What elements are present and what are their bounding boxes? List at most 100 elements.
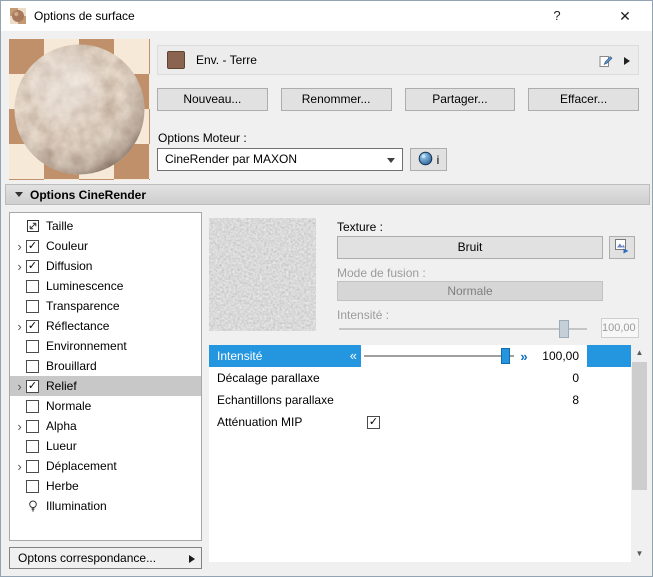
expand-chevron-icon[interactable]: › [13,260,26,273]
expand-chevron-icon[interactable]: › [13,420,26,433]
param-row-intensite[interactable]: Intensité«»100,00 [209,345,631,367]
slider-decrease-icon[interactable]: « [350,345,357,367]
channel-row-alpha[interactable]: ›Alpha [10,416,201,436]
slider-track [364,355,514,357]
channel-row-illumination[interactable]: Illumination [10,496,201,516]
material-popup-arrow-icon[interactable] [624,57,630,65]
engine-dropdown-value: CineRender par MAXON [165,152,297,166]
channel-checkbox[interactable] [26,400,39,413]
texture-picker-button[interactable] [609,236,635,259]
action-buttons: Nouveau... Renommer... Partager... Effac… [157,88,639,111]
channel-checkbox[interactable] [26,300,39,313]
channel-label: Environnement [46,339,127,353]
channel-label: Taille [46,219,73,233]
material-selector[interactable]: Env. - Terre [157,45,639,75]
scrollbar-up-icon[interactable]: ▲ [631,345,648,361]
rename-button[interactable]: Renommer... [281,88,392,111]
channel-label: Luminescence [46,279,123,293]
section-title: Options CineRender [30,188,146,202]
channel-label: Illumination [46,499,107,513]
param-row-tail [587,367,631,389]
slider-handle[interactable] [501,348,510,364]
param-value[interactable]: 0 [531,371,587,385]
expand-chevron-icon[interactable]: › [13,380,26,393]
material-preview [9,39,150,180]
channel-row-taille[interactable]: Taille [10,216,201,236]
channel-label: Réflectance [46,319,109,333]
cinema4d-icon [418,151,433,169]
surface-options-dialog: Options de surface ? ✕ [0,0,653,577]
params-scrollbar[interactable]: ▲ ▼ [631,345,648,562]
param-name: Echantillons parallaxe [209,389,361,411]
material-name: Env. - Terre [196,53,257,67]
scrollbar-thumb[interactable] [632,362,647,490]
param-name: Décalage parallaxe [209,367,361,389]
slider-track [339,328,587,330]
material-edit-icon[interactable] [598,53,614,69]
close-button[interactable]: ✕ [609,1,641,31]
bulb-icon [26,499,40,513]
param-control-area: » [361,345,531,367]
channel-row-brouillard[interactable]: Brouillard [10,356,201,376]
channel-row-transparence[interactable]: Transparence [10,296,201,316]
param-row-decalage-parallaxe[interactable]: Décalage parallaxe 0 [209,367,631,389]
texture-intensity-value: 100,00 [601,318,639,338]
channel-checkbox[interactable] [26,460,39,473]
channel-checkbox[interactable] [26,360,39,373]
channel-checkbox[interactable] [26,420,39,433]
channel-checkbox[interactable] [26,440,39,453]
channel-checkbox[interactable] [26,280,39,293]
channel-row-lueur[interactable]: Lueur [10,436,201,456]
param-value[interactable]: 100,00 [531,349,587,363]
channel-checkbox[interactable] [26,340,39,353]
engine-label: Options Moteur : [158,131,247,145]
slider-increase-icon[interactable]: » [517,349,531,364]
scrollbar-down-icon[interactable]: ▼ [631,546,648,562]
channel-checkbox[interactable]: ✓ [26,260,39,273]
param-control-area [361,389,531,411]
match-popup-arrow-icon [189,555,195,563]
param-name: Atténuation MIP [209,411,361,433]
channel-checkbox[interactable]: ✓ [26,240,39,253]
channel-label: Normale [46,399,91,413]
channel-label: Brouillard [46,359,97,373]
channel-row-relief[interactable]: ›✓Relief [10,376,201,396]
erase-button[interactable]: Effacer... [528,88,639,111]
param-row-attenuation-mip[interactable]: Atténuation MIP ✓ [209,411,631,433]
window-icon [10,8,26,24]
expand-chevron-icon[interactable]: › [13,320,26,333]
cinerender-info-button[interactable]: i [410,148,447,171]
channel-row-herbe[interactable]: Herbe [10,476,201,496]
param-control-area: ✓ [361,411,531,433]
texture-type-button[interactable]: Bruit [337,236,603,259]
channel-label: Diffusion [46,259,92,273]
share-button[interactable]: Partager... [405,88,516,111]
channel-row-deplacement[interactable]: ›Déplacement [10,456,201,476]
channel-row-diffusion[interactable]: ›✓ Diffusion [10,256,201,276]
help-button[interactable]: ? [541,1,573,31]
channel-row-reflectance[interactable]: ›✓ Réflectance [10,316,201,336]
channel-checkbox[interactable] [26,480,39,493]
channel-row-luminescence[interactable]: Luminescence [10,276,201,296]
dropdown-arrow-icon[interactable] [387,158,395,163]
expand-chevron-icon[interactable]: › [13,240,26,253]
fusion-mode-dropdown: Normale [337,281,603,301]
channel-row-normale[interactable]: Normale [10,396,201,416]
match-options-button[interactable]: Optons correspondance... [9,547,202,569]
param-slider[interactable] [361,345,517,367]
collapse-arrow-icon[interactable] [15,192,23,197]
new-button[interactable]: Nouveau... [157,88,268,111]
channel-label: Transparence [46,299,120,313]
expand-chevron-icon[interactable]: › [13,460,26,473]
param-value[interactable]: 8 [531,393,587,407]
engine-dropdown[interactable]: CineRender par MAXON [157,148,403,171]
size-icon [26,219,40,233]
channel-checkbox[interactable]: ✓ [26,380,39,393]
channel-row-environnement[interactable]: Environnement [10,336,201,356]
param-checkbox[interactable]: ✓ [367,416,380,429]
cinerender-section-header[interactable]: Options CineRender [5,184,650,205]
channel-row-couleur[interactable]: ›✓Couleur [10,236,201,256]
channel-checkbox[interactable]: ✓ [26,320,39,333]
texture-label: Texture : [337,220,383,234]
param-row-echantillons-parallaxe[interactable]: Echantillons parallaxe 8 [209,389,631,411]
